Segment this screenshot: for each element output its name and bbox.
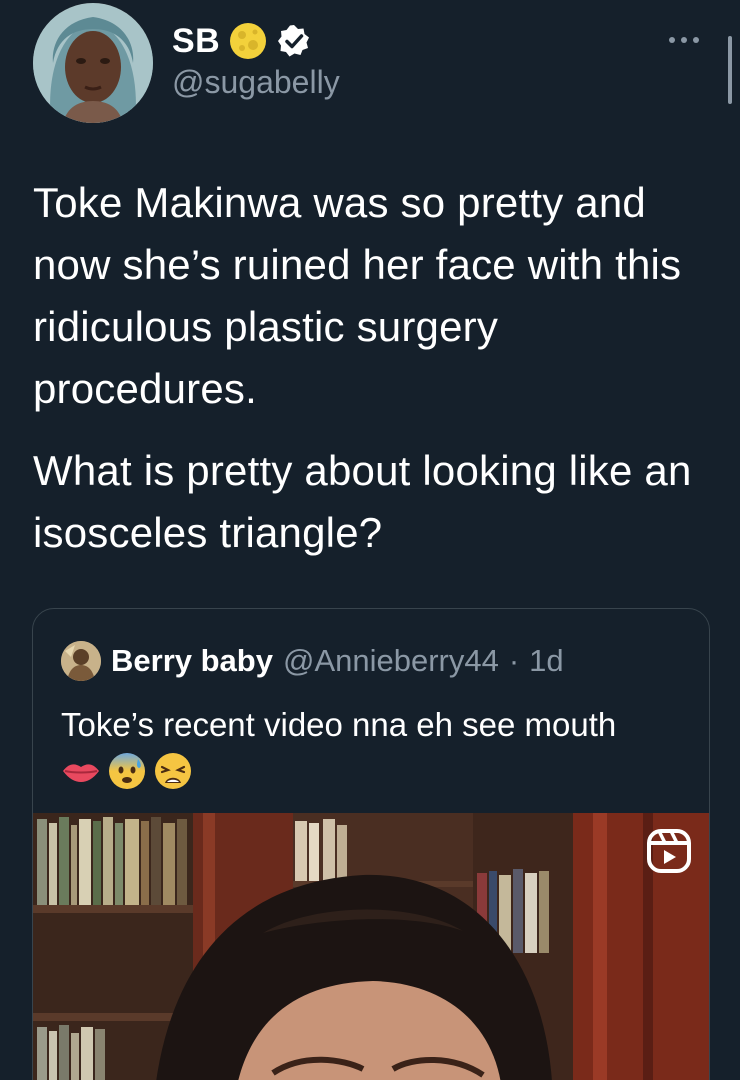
moon-emoji-icon — [230, 23, 267, 59]
author-handle[interactable]: @sugabelly — [172, 64, 340, 101]
quoted-tweet-card[interactable]: Berry baby @Annieberry44 · 1d Toke’s rec… — [32, 608, 710, 1080]
quoted-emoji-row — [61, 749, 193, 793]
more-options-button[interactable] — [664, 26, 704, 54]
tweet-text-paragraph-2: What is pretty about looking like an iso… — [33, 447, 692, 556]
anxious-face-emoji-icon — [109, 753, 145, 789]
quoted-avatar-image — [61, 641, 101, 681]
weary-face-emoji-icon — [155, 753, 191, 789]
author-name-row: SB — [172, 20, 312, 62]
avatar-image — [33, 3, 153, 123]
video-frame-image — [33, 813, 709, 1080]
quoted-author-avatar[interactable] — [61, 641, 101, 681]
reels-icon[interactable] — [645, 827, 693, 875]
tweet: SB @sugabelly Toke Makinwa was so pretty… — [0, 0, 740, 1080]
quoted-timestamp[interactable]: 1d — [529, 643, 563, 679]
scrollbar-thumb[interactable] — [728, 36, 732, 104]
verified-badge-icon — [278, 25, 310, 57]
quoted-separator: · — [508, 643, 520, 678]
more-dots-icon — [669, 37, 699, 43]
quoted-tweet-header: Berry baby @Annieberry44 · 1d — [61, 641, 564, 681]
author-avatar[interactable] — [33, 3, 153, 123]
quoted-author-handle[interactable]: @Annieberry44 — [283, 643, 499, 679]
tweet-text-paragraph-1: Toke Makinwa was so pretty and now she’s… — [33, 179, 682, 412]
quoted-video-thumbnail[interactable] — [33, 813, 709, 1080]
quoted-tweet-text: Toke’s recent video nna eh see mouth — [61, 706, 617, 743]
lips-emoji-icon — [63, 764, 99, 782]
quoted-author-name[interactable]: Berry baby — [111, 643, 273, 679]
author-display-name[interactable]: SB — [172, 22, 220, 61]
